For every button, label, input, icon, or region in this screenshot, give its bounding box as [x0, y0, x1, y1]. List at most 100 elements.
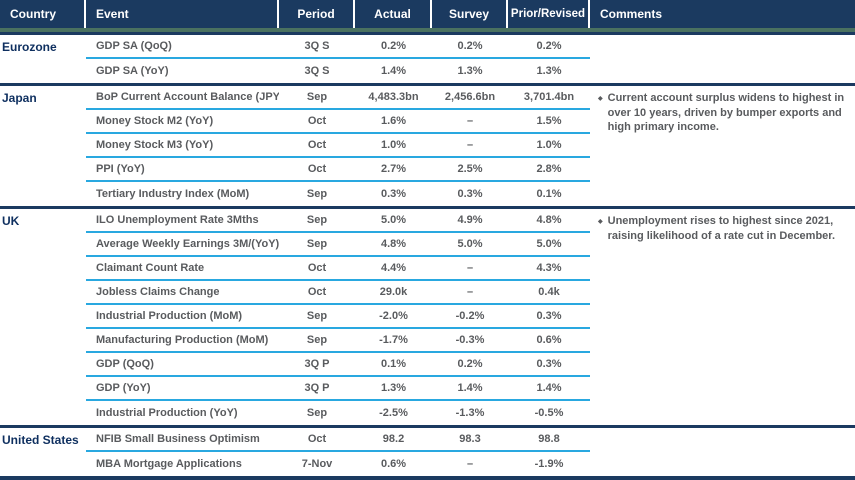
- cell-survey: 5.0%: [457, 238, 483, 250]
- cell-period: Oct: [307, 433, 327, 445]
- table-header: Country Event Period Actual Survey Prior…: [0, 0, 855, 28]
- country-label: Japan: [2, 91, 37, 105]
- cell-actual: -2.0%: [379, 310, 408, 322]
- cell-period: Oct: [307, 163, 327, 175]
- cell-survey: 2.5%: [457, 163, 483, 175]
- table-row: Claimant Count Rate Oct 4.4% – 4.3%: [86, 257, 590, 281]
- column-header-comments: Comments: [600, 7, 663, 21]
- cell-period: Sep: [306, 334, 328, 346]
- cell-period: Oct: [307, 139, 327, 151]
- table-row: GDP (YoY) 3Q P 1.3% 1.4% 1.4%: [86, 377, 590, 401]
- column-header-prior-revised: Prior/Revised: [508, 0, 590, 28]
- cell-event: Claimant Count Rate: [96, 262, 205, 274]
- table-row: NFIB Small Business Optimism Oct 98.2 98.3 9…: [86, 428, 590, 452]
- cell-actual: 4.8%: [380, 238, 407, 250]
- country-label: Eurozone: [2, 40, 57, 54]
- cell-period: Sep: [306, 238, 328, 250]
- country-label: UK: [2, 214, 20, 228]
- cell-survey: 4.9%: [457, 214, 483, 226]
- country-label: United States: [2, 433, 79, 447]
- cell-event: GDP SA (YoY): [96, 65, 169, 77]
- cell-event: Jobless Claims Change: [96, 286, 220, 298]
- cell-prior: 0.3%: [536, 310, 562, 322]
- cell-event: Money Stock M3 (YoY): [96, 139, 214, 151]
- cell-actual: 1.4%: [380, 65, 407, 77]
- cell-prior: -1.9%: [534, 458, 564, 470]
- cell-prior: 0.2%: [536, 40, 562, 52]
- comment-text: Unemployment rises to highest since 2021…: [607, 215, 836, 242]
- cell-survey: –: [466, 139, 474, 151]
- cell-event: Industrial Production (MoM): [96, 310, 243, 322]
- cell-actual: 29.0k: [379, 286, 408, 298]
- cell-period: Oct: [307, 262, 327, 274]
- cell-prior: 3,701.4bn: [523, 91, 575, 103]
- cell-survey: 1.4%: [457, 382, 483, 394]
- country-group: Japan BoP Current Account Balance (JPY) Se…: [0, 83, 855, 206]
- cell-survey: -1.3%: [455, 407, 485, 419]
- cell-prior: 0.4k: [538, 286, 560, 298]
- cell-actual: 2.7%: [380, 163, 407, 175]
- economic-calendar-table: Country Event Period Actual Survey Prior…: [0, 0, 855, 480]
- cell-period: 7-Nov: [301, 458, 333, 470]
- cell-survey: 0.3%: [457, 188, 483, 200]
- column-header-country: Country: [0, 0, 86, 28]
- table-row: BoP Current Account Balance (JPY) Sep 4,48…: [86, 86, 590, 110]
- cell-period: 3Q S: [304, 40, 330, 52]
- cell-event: Tertiary Industry Index (MoM): [96, 188, 250, 200]
- country-group: Eurozone GDP SA (QoQ) 3Q S 0.2% 0.2% 0.2% GDP …: [0, 32, 855, 83]
- cell-prior: -0.5%: [534, 407, 564, 419]
- country-group: United States NFIB Small Business Optimis…: [0, 425, 855, 476]
- comment-text: Current account surplus widens to highes…: [607, 92, 845, 133]
- table-row: Tertiary Industry Index (MoM) Sep 0.3% 0.3%…: [86, 182, 590, 206]
- table-row: Industrial Production (YoY) Sep -2.5% -1.3%…: [86, 401, 590, 425]
- group-rows: GDP SA (QoQ) 3Q S 0.2% 0.2% 0.2% GDP SA (YoY)…: [86, 35, 590, 83]
- table-row: Jobless Claims Change Oct 29.0k – 0.4k: [86, 281, 590, 305]
- cell-prior: 1.5%: [536, 115, 562, 127]
- cell-prior: 0.3%: [536, 358, 562, 370]
- cell-prior: 0.1%: [536, 188, 562, 200]
- cell-actual: 4,483.3bn: [368, 91, 419, 103]
- comment: ◆ Unemployment rises to highest since 202…: [598, 214, 849, 243]
- table-row: PPI (YoY) Oct 2.7% 2.5% 2.8%: [86, 158, 590, 182]
- cell-prior: 4.3%: [536, 262, 562, 274]
- comments-cell: ◆ Unemployment rises to highest since 202…: [590, 209, 855, 425]
- table-row: GDP (QoQ) 3Q P 0.1% 0.2% 0.3%: [86, 353, 590, 377]
- column-header-survey: Survey: [432, 0, 508, 28]
- cell-prior: 98.8: [538, 433, 560, 445]
- cell-event: MBA Mortgage Applications: [96, 458, 242, 470]
- cell-event: Average Weekly Earnings 3M/(YoY): [96, 238, 279, 250]
- comments-cell: [590, 428, 855, 476]
- cell-event: NFIB Small Business Optimism: [96, 433, 260, 445]
- group-rows: NFIB Small Business Optimism Oct 98.2 98.3 9…: [86, 428, 590, 476]
- cell-actual: -1.7%: [379, 334, 408, 346]
- cell-event: GDP (YoY): [96, 382, 151, 394]
- table-row: Industrial Production (MoM) Sep -2.0% -0.2%…: [86, 305, 590, 329]
- group-rows: ILO Unemployment Rate 3Mths Sep 5.0% 4.9% 4.…: [86, 209, 590, 425]
- cell-prior: 0.6%: [536, 334, 562, 346]
- cell-actual: -2.5%: [379, 407, 408, 419]
- table-row: GDP SA (QoQ) 3Q S 0.2% 0.2% 0.2%: [86, 35, 590, 59]
- cell-period: Oct: [307, 115, 327, 127]
- cell-actual: 1.3%: [380, 382, 407, 394]
- cell-actual: 0.1%: [380, 358, 407, 370]
- cell-prior: 1.0%: [536, 139, 562, 151]
- cell-event: Industrial Production (YoY): [96, 407, 238, 419]
- cell-period: 3Q P: [304, 358, 330, 370]
- cell-actual: 0.2%: [380, 40, 407, 52]
- cell-actual: 5.0%: [380, 214, 407, 226]
- table-row: Manufacturing Production (MoM) Sep -1.7% -0…: [86, 329, 590, 353]
- cell-survey: –: [466, 262, 474, 274]
- table-row: Average Weekly Earnings 3M/(YoY) Sep 4.8% 5…: [86, 233, 590, 257]
- cell-period: Sep: [306, 188, 328, 200]
- cell-survey: –: [466, 458, 474, 470]
- cell-survey: –: [466, 286, 474, 298]
- cell-period: Sep: [306, 214, 328, 226]
- table-row: Money Stock M2 (YoY) Oct 1.6% – 1.5%: [86, 110, 590, 134]
- group-rows: BoP Current Account Balance (JPY) Sep 4,48…: [86, 86, 590, 206]
- comment: ◆ Current account surplus widens to highe…: [598, 91, 849, 135]
- cell-event: PPI (YoY): [96, 163, 145, 175]
- cell-event: ILO Unemployment Rate 3Mths: [96, 214, 259, 226]
- cell-period: Sep: [306, 407, 328, 419]
- cell-prior: 2.8%: [536, 163, 562, 175]
- column-header-period: Period: [279, 0, 355, 28]
